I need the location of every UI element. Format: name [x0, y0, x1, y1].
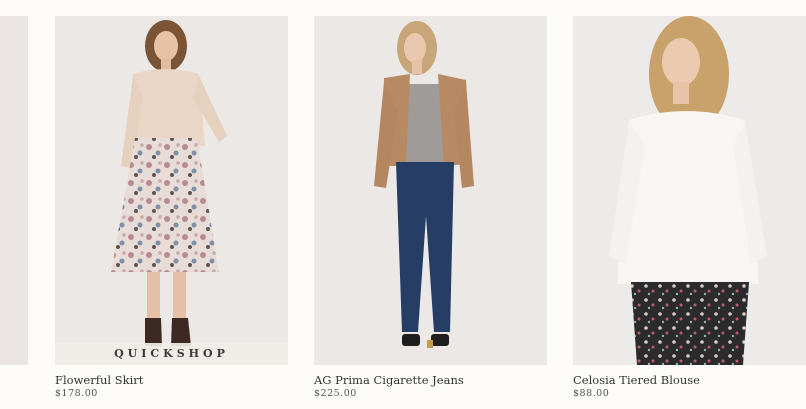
product-image[interactable] — [314, 16, 547, 365]
product-card[interactable]: AG Prima Cigarette Jeans $225.00 — [314, 16, 547, 400]
product-image-partial[interactable] — [0, 16, 28, 365]
product-name[interactable]: Celosia Tiered Blouse — [573, 374, 806, 387]
product-card[interactable]: Celosia Tiered Blouse $88.00 — [573, 16, 806, 400]
product-price: $88.00 — [573, 388, 610, 399]
quickshop-button[interactable]: QUICKSHOP — [55, 343, 288, 365]
product-price: $225.00 — [314, 388, 357, 399]
product-card[interactable]: QUICKSHOP Flowerful Skirt $178.00 — [55, 16, 288, 400]
product-price: $178.00 — [55, 388, 98, 399]
product-image[interactable] — [573, 16, 806, 365]
product-carousel: QUICKSHOP Flowerful Skirt $178.00 AG Pri… — [0, 0, 806, 409]
product-image[interactable]: QUICKSHOP — [55, 16, 288, 365]
product-name[interactable]: AG Prima Cigarette Jeans — [314, 374, 547, 387]
product-card-partial[interactable] — [0, 16, 28, 365]
product-name[interactable]: Flowerful Skirt — [55, 374, 288, 387]
